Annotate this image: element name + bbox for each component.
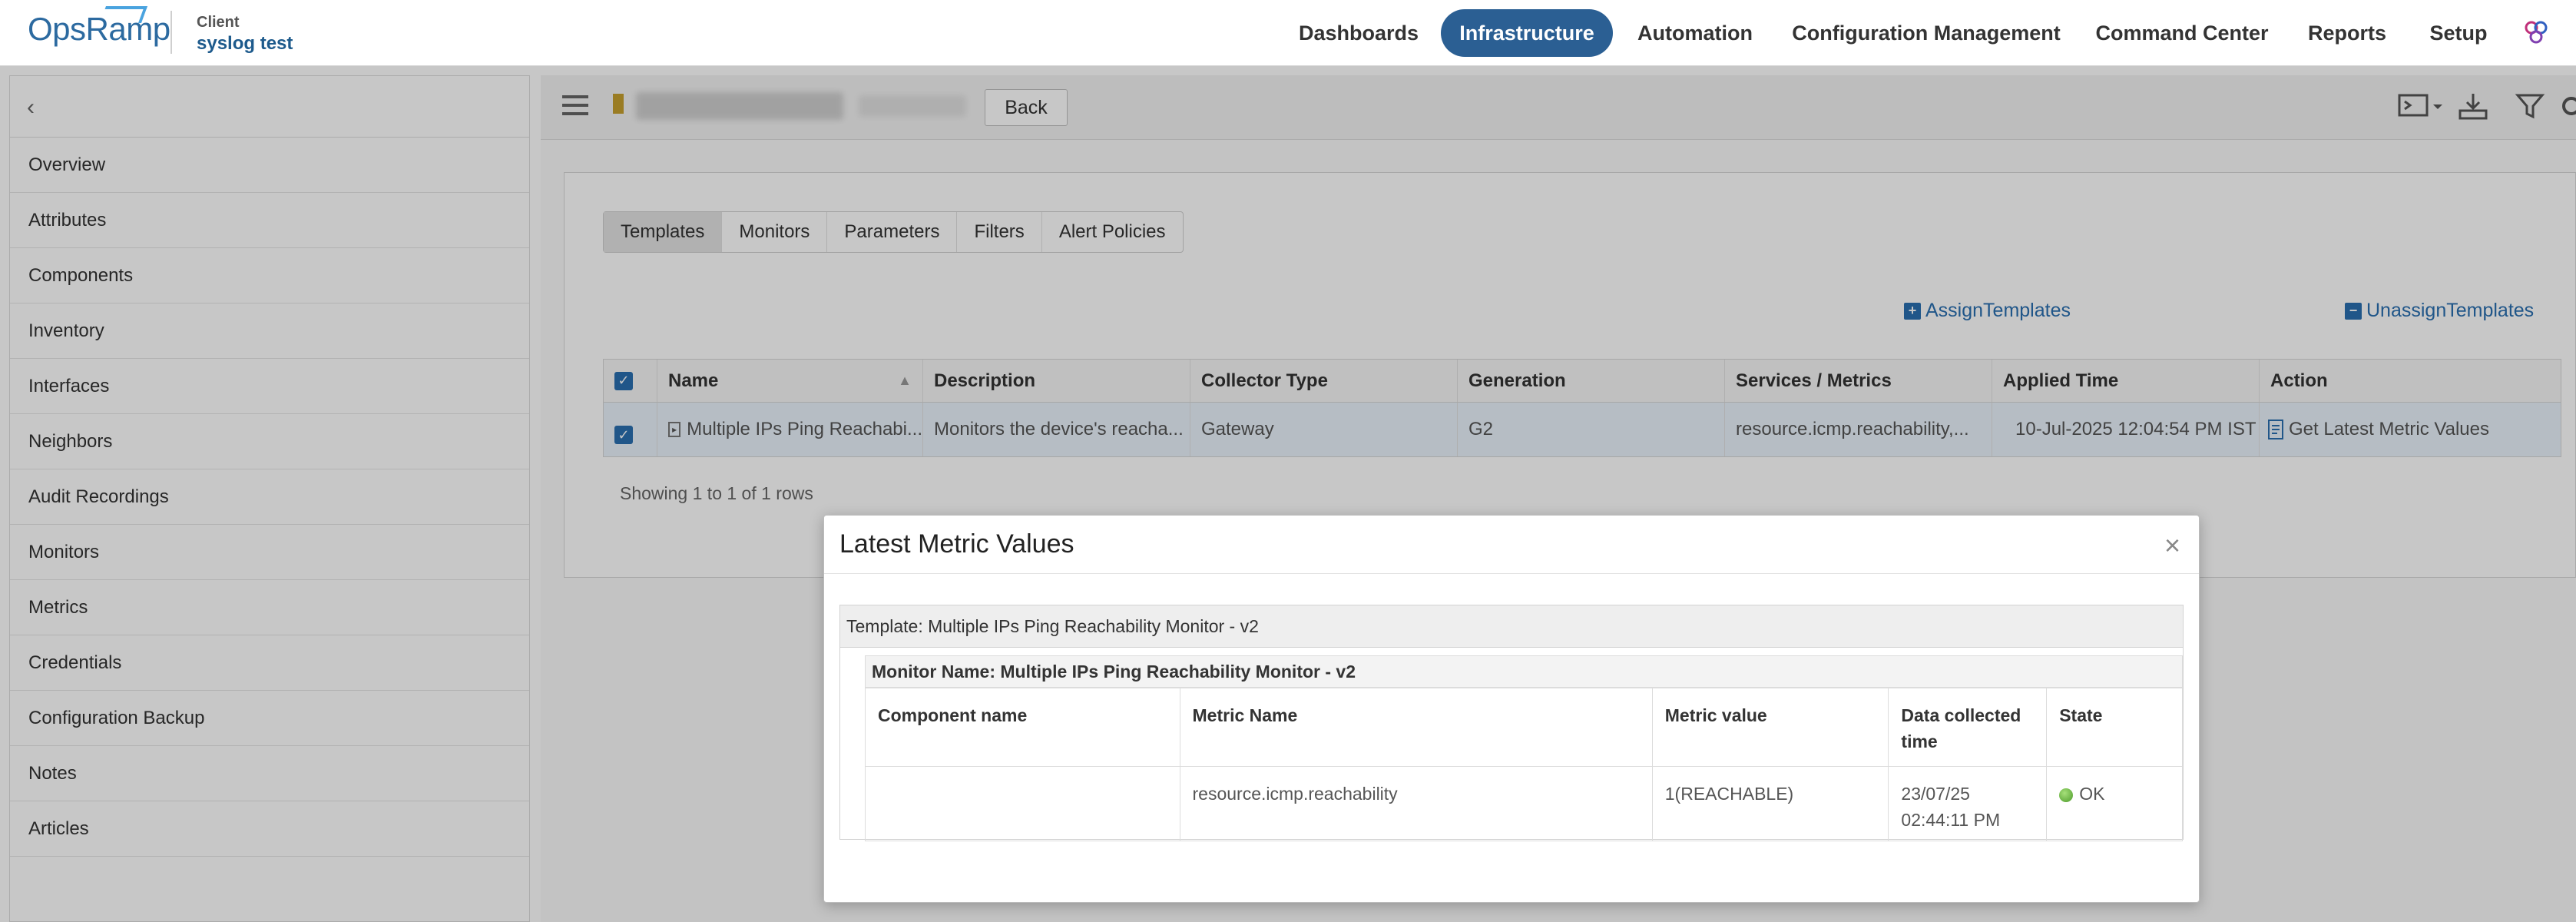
top-navbar: OpsRamp Client syslog test Dashboards In… (0, 0, 2576, 66)
col-data-collected-time: Data collected time (1889, 688, 2048, 766)
col-metric-name: Metric Name (1180, 688, 1653, 766)
logo-text: OpsRamp (28, 11, 171, 47)
state-label: OK (2079, 784, 2105, 804)
nav-reports[interactable]: Reports (2290, 9, 2404, 57)
monitor-section: Monitor Name: Multiple IPs Ping Reachabi… (839, 648, 2184, 841)
divider (171, 11, 172, 54)
col-component-name: Component name (866, 688, 1180, 766)
cell-metric-value: 1(REACHABLE) (1653, 767, 1889, 841)
template-label: Template: Multiple IPs Ping Reachability… (839, 605, 2184, 648)
monitor-name-label: Monitor Name: Multiple IPs Ping Reachabi… (865, 655, 2183, 688)
client-name: syslog test (197, 33, 293, 54)
client-label: Client (197, 14, 240, 31)
cell-data-collected-time: 23/07/25 02:44:11 PM (1889, 767, 2048, 841)
status-ok-icon (2059, 788, 2074, 802)
metric-row: resource.icmp.reachability 1(REACHABLE) … (866, 767, 2182, 841)
logo-mark (99, 6, 148, 23)
modal-header: Latest Metric Values × (824, 516, 2199, 574)
nav-setup[interactable]: Setup (2416, 9, 2501, 57)
metric-table-header: Component name Metric Name Metric value … (866, 688, 2182, 767)
modal-title: Latest Metric Values (839, 529, 1074, 559)
users-icon[interactable] (2522, 18, 2550, 46)
collected-time: 02:44:11 PM (1901, 810, 2001, 830)
latest-metric-values-modal: Latest Metric Values × Template: Multipl… (823, 515, 2200, 903)
nav-automation[interactable]: Automation (1625, 9, 1765, 57)
cell-state: OK (2047, 767, 2182, 841)
nav-configuration-management[interactable]: Configuration Management (1779, 9, 2074, 57)
nav-infrastructure[interactable]: Infrastructure (1441, 9, 1613, 57)
col-state: State (2059, 705, 2103, 725)
cell-component-name (866, 767, 1180, 841)
opsramp-logo[interactable]: OpsRamp (28, 6, 171, 48)
nav-dashboards[interactable]: Dashboards (1283, 9, 1435, 57)
client-selector[interactable]: Client syslog test (197, 14, 293, 55)
col-metric-value: Metric value (1653, 688, 1889, 766)
cell-metric-name: resource.icmp.reachability (1180, 767, 1653, 841)
close-icon[interactable]: × (2164, 529, 2180, 562)
nav-command-center[interactable]: Command Center (2088, 9, 2276, 57)
metric-values-table: Component name Metric Name Metric value … (865, 688, 2183, 841)
collected-date: 23/07/25 (1901, 784, 1970, 804)
